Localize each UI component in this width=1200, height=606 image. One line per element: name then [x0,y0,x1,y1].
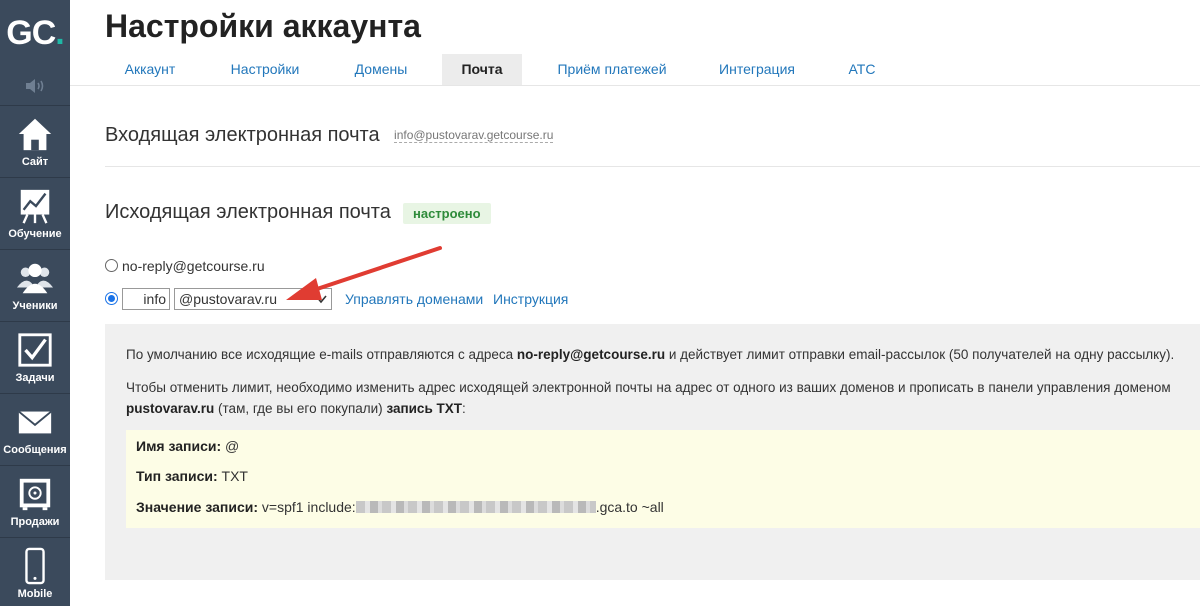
tab-settings[interactable]: Настройки [215,54,315,85]
logo[interactable]: GC. [0,0,70,66]
incoming-section: Входящая электронная почта info@pustovar… [105,124,554,147]
tab-payments[interactable]: Приём платежей [542,54,682,85]
sender-domain-value: @pustovarav.ru [179,291,277,307]
page-title: Настройки аккаунта [105,8,421,44]
logo-text: GC. [6,13,65,52]
sidebar-item-label: Mobile [17,588,53,600]
sidebar-item-learning[interactable]: Обучение [0,178,70,250]
tab-domains[interactable]: Домены [340,54,422,85]
incoming-email-link[interactable]: info@pustovarav.getcourse.ru [394,128,554,143]
envelope-icon [18,410,52,434]
sound-toggle[interactable] [0,66,70,106]
tab-mail[interactable]: Почта [442,54,522,85]
radio-default-sender-label: no-reply@getcourse.ru [122,258,265,274]
sidebar-item-site[interactable]: Сайт [0,106,70,178]
sidebar-item-label: Сообщения [3,444,67,456]
sidebar-item-mobile[interactable]: Mobile [0,538,70,606]
sidebar-item-tasks[interactable]: Задачи [0,322,70,394]
info-paragraph-default: По умолчанию все исходящие e-mails отпра… [126,347,1175,362]
sidebar-item-label: Обучение [8,228,62,240]
record-value: Значение записи: v=spf1 include: .gca.to … [136,499,664,515]
radio-default-sender[interactable] [105,259,118,272]
speaker-icon [26,78,44,93]
users-icon [16,263,54,294]
tab-ats[interactable]: АТС [832,54,892,85]
annotation-arrow-icon [286,246,442,300]
sidebar-item-sales[interactable]: Продажи [0,466,70,538]
sidebar-item-label: Задачи [15,372,55,384]
sidebar-item-label: Ученики [12,300,58,312]
radio-custom-sender[interactable] [105,292,118,305]
phone-icon [25,547,45,585]
chart-board-icon [20,189,50,224]
outgoing-heading: Исходящая электронная почта [105,201,391,223]
house-icon [18,118,52,151]
record-type: Тип записи: TXT [136,468,248,484]
record-name: Имя записи: @ [136,438,240,454]
tab-bar: Аккаунт Настройки Домены Почта Приём пла… [70,54,1200,86]
sidebar-item-students[interactable]: Ученики [0,250,70,322]
safe-icon [19,478,51,511]
sidebar: GC. Сайт Обучение Ученики Задачи Сообщен… [0,0,70,606]
dns-record-box: Имя записи: @ Тип записи: TXT Значение з… [126,430,1200,528]
section-divider [105,166,1200,167]
instruction-link[interactable]: Инструкция [493,291,568,307]
sender-local-part-input[interactable]: info [122,288,170,310]
main-content: Настройки аккаунта Аккаунт Настройки Дом… [70,0,1200,606]
tab-account[interactable]: Аккаунт [105,54,195,85]
checkbox-icon [18,333,52,367]
status-badge: настроено [403,203,491,224]
info-paragraph-limit: Чтобы отменить лимит, необходимо изменит… [126,380,1171,416]
incoming-heading: Входящая электронная почта [105,124,380,146]
sidebar-item-label: Продажи [10,516,60,528]
info-box: По умолчанию все исходящие e-mails отпра… [105,324,1200,580]
sidebar-item-label: Сайт [21,156,49,168]
redacted-text [355,501,596,513]
tab-integration[interactable]: Интеграция [702,54,812,85]
sidebar-item-messages[interactable]: Сообщения [0,394,70,466]
